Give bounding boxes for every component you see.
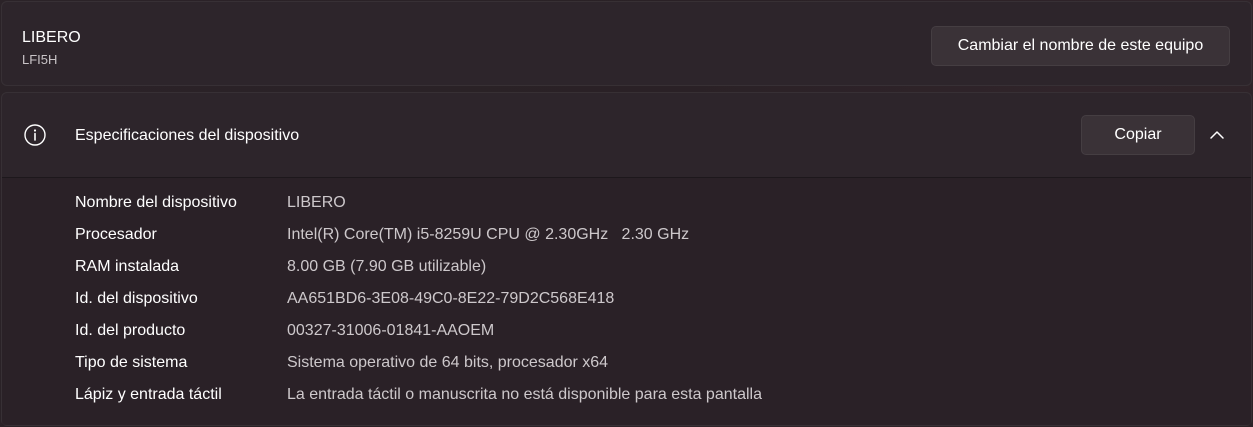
spec-label: RAM instalada xyxy=(75,258,180,275)
device-specs-body: Nombre del dispositivo LIBERO Procesador… xyxy=(2,178,1251,425)
spec-value: Sistema operativo de 64 bits, procesador… xyxy=(287,354,609,371)
device-model: LFI5H xyxy=(22,52,58,67)
spec-label: Tipo de sistema xyxy=(75,354,188,371)
spec-value: La entrada táctil o manuscrita no está d… xyxy=(287,386,762,403)
device-name: LIBERO xyxy=(22,29,81,46)
spec-label: Nombre del dispositivo xyxy=(75,194,237,211)
spec-value: 8.00 GB (7.90 GB utilizable) xyxy=(287,258,487,275)
chevron-up-icon[interactable] xyxy=(1208,126,1226,144)
spec-label: Lápiz y entrada táctil xyxy=(75,386,222,403)
spec-row: Id. del producto 00327-31006-01841-AAOEM xyxy=(75,319,494,343)
settings-window: LIBERO LFI5H Cambiar el nombre de este e… xyxy=(0,0,1253,427)
device-name-card: LIBERO LFI5H Cambiar el nombre de este e… xyxy=(1,1,1252,86)
device-specs-header[interactable]: Especificaciones del dispositivo Copiar xyxy=(2,93,1251,178)
spec-row: Id. del dispositivo AA651BD6-3E08-49C0-8… xyxy=(75,287,614,311)
info-icon xyxy=(24,124,46,146)
spec-value: 00327-31006-01841-AAOEM xyxy=(287,322,495,339)
spec-row: Procesador Intel(R) Core(TM) i5-8259U CP… xyxy=(75,223,689,247)
spec-row: Nombre del dispositivo LIBERO xyxy=(75,191,346,215)
spec-row: Lápiz y entrada táctil La entrada táctil… xyxy=(75,383,762,407)
copy-button[interactable]: Copiar xyxy=(1081,115,1195,155)
spec-value: LIBERO xyxy=(287,194,346,211)
device-specs-title: Especificaciones del dispositivo xyxy=(75,127,300,144)
spec-value: Intel(R) Core(TM) i5-8259U CPU @ 2.30GHz… xyxy=(287,226,690,243)
rename-pc-button[interactable]: Cambiar el nombre de este equipo xyxy=(931,26,1230,66)
spec-row: RAM instalada 8.00 GB (7.90 GB utilizabl… xyxy=(75,255,486,279)
device-specs-card: Especificaciones del dispositivo Copiar … xyxy=(1,92,1252,426)
spec-label: Id. del producto xyxy=(75,322,186,339)
spec-label: Id. del dispositivo xyxy=(75,290,198,307)
spec-label: Procesador xyxy=(75,226,157,243)
spec-value: AA651BD6-3E08-49C0-8E22-79D2C568E418 xyxy=(287,290,615,307)
spec-row: Tipo de sistema Sistema operativo de 64 … xyxy=(75,351,608,375)
